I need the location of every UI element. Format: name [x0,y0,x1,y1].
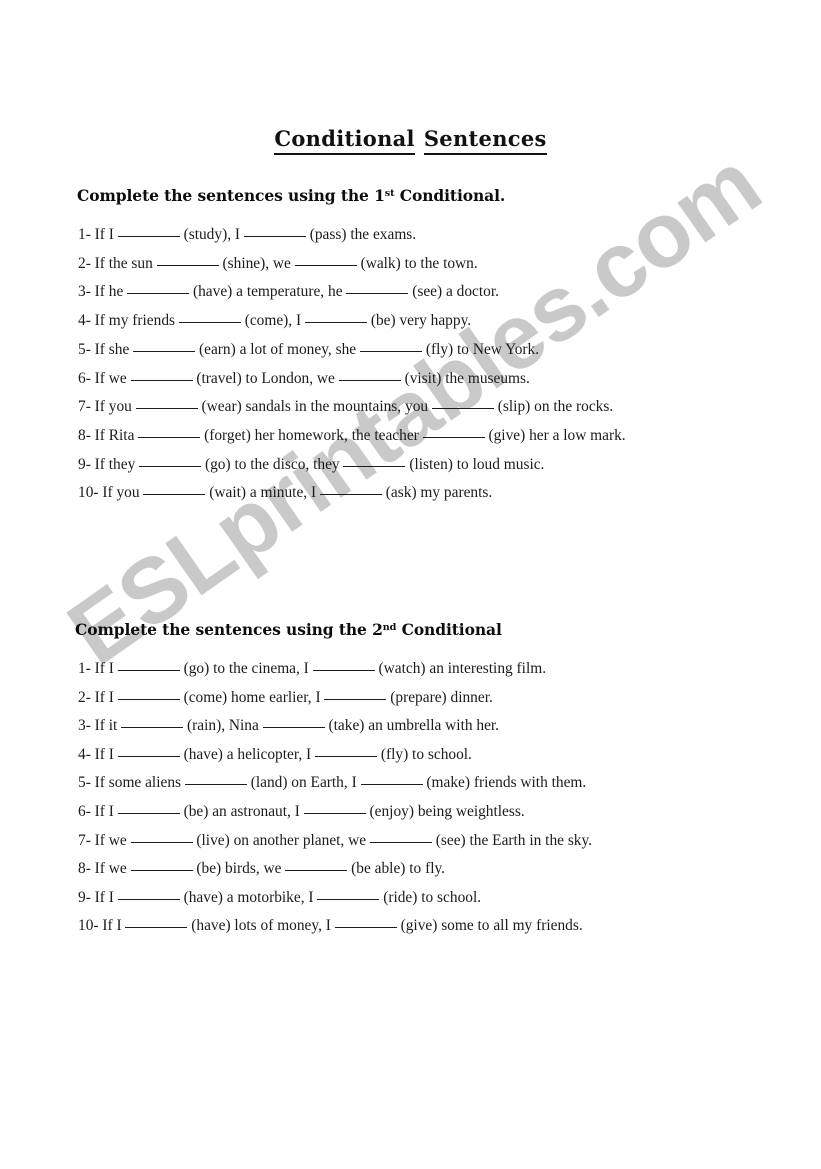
list-item: 2- If I (come) home earlier, I (prepare)… [78,687,493,706]
section-heading-suffix: Conditional [396,620,502,639]
worksheet-page: ESLprintables.com Conditional Sentences C… [0,0,821,1169]
answer-blank[interactable] [338,368,401,381]
list-item: 6- If we (travel) to London, we (visit) … [78,368,530,387]
section-heading-suffix: Conditional. [394,186,506,205]
answer-blank[interactable] [178,310,241,324]
answer-blank[interactable] [117,687,180,700]
list-item: 8- If we (be) birds, we (be able) to fly… [78,858,446,878]
list-item: 6- If I (be) an astronaut, I (enjoy) bei… [78,801,525,820]
answer-blank[interactable] [360,772,423,786]
answer-blank[interactable] [156,253,219,266]
answer-blank[interactable] [303,801,366,814]
answer-blank[interactable] [143,482,206,496]
list-item: 5- If she (earn) a lot of money, she (fl… [78,339,540,358]
section-heading-second-conditional: Complete the sentences using the 2nd Con… [0,620,821,639]
answer-blank[interactable] [127,281,190,295]
answer-blank[interactable] [294,253,357,266]
answer-blank[interactable] [317,887,380,900]
answer-blank[interactable] [184,772,247,786]
watermark-overlay: ESLprintables.com [0,0,821,1169]
list-item: 9- If I (have) a motorbike, I (ride) to … [78,887,482,906]
answer-blank[interactable] [117,801,180,814]
list-item: 10- If I (have) lots of money, I (give) … [78,915,583,935]
section-heading-prefix: Complete the sentences using the 1 [77,186,385,205]
answer-blank[interactable] [139,454,202,467]
answer-blank[interactable] [133,339,196,352]
answer-blank[interactable] [130,368,193,381]
answer-blank[interactable] [125,915,188,929]
section-heading-first-conditional: Complete the sentences using the 1st Con… [0,186,821,205]
answer-blank[interactable] [422,425,485,438]
exercise-section-second-conditional: Complete the sentences using the 2nd Con… [0,620,821,941]
list-item: 1- If I (study), I (pass) the exams. [78,224,417,243]
list-item: 2- If the sun (shine), we (walk) to the … [78,253,478,272]
answer-blank[interactable] [315,744,378,757]
page-title-word-sentences: Sentences [423,126,547,155]
exercise-list-first-conditional: 1- If I (study), I (pass) the exams. 2- … [0,221,821,508]
answer-blank[interactable] [117,658,180,671]
answer-blank[interactable] [135,396,198,410]
exercise-section-first-conditional: Complete the sentences using the 1st Con… [0,186,821,508]
answer-blank[interactable] [285,858,348,872]
answer-blank[interactable] [431,396,494,410]
answer-blank[interactable] [359,339,422,352]
list-item: 7- If you (wear) sandals in the mountain… [78,396,614,416]
answer-blank[interactable] [117,744,180,757]
answer-blank[interactable] [324,687,387,700]
list-item: 10- If you (wait) a minute, I (ask) my p… [78,482,493,502]
section-heading-ordinal: st [384,188,395,200]
page-title-word-conditional: Conditional [274,126,415,155]
list-item: 5- If some aliens (land) on Earth, I (ma… [78,772,587,792]
answer-blank[interactable] [121,715,184,729]
answer-blank[interactable] [343,454,406,467]
answer-blank[interactable] [312,658,375,671]
answer-blank[interactable] [346,281,409,295]
list-item: 3- If he (have) a temperature, he (see) … [78,281,499,301]
answer-blank[interactable] [117,887,180,900]
list-item: 1- If I (go) to the cinema, I (watch) an… [78,658,547,677]
answer-blank[interactable] [130,830,193,843]
list-item: 8- If Rita (forget) her homework, the te… [78,425,626,444]
answer-blank[interactable] [117,224,180,237]
answer-blank[interactable] [262,715,325,729]
list-item: 3- If it (rain), Nina (take) an umbrella… [78,715,500,735]
answer-blank[interactable] [130,858,193,872]
answer-blank[interactable] [334,915,397,929]
list-item: 4- If I (have) a helicopter, I (fly) to … [78,744,472,763]
answer-blank[interactable] [319,482,382,496]
list-item: 7- If we (live) on another planet, we (s… [78,830,593,849]
answer-blank[interactable] [369,830,432,843]
answer-blank[interactable] [138,425,201,438]
list-item: 4- If my friends (come), I (be) very hap… [78,310,472,330]
section-heading-prefix: Complete the sentences using the 2 [75,620,383,639]
answer-blank[interactable] [243,224,306,237]
page-title: Conditional Sentences [0,126,821,155]
exercise-list-second-conditional: 1- If I (go) to the cinema, I (watch) an… [0,655,821,941]
list-item: 9- If they (go) to the disco, they (list… [78,454,545,473]
answer-blank[interactable] [304,310,367,324]
section-heading-ordinal: nd [382,622,397,634]
